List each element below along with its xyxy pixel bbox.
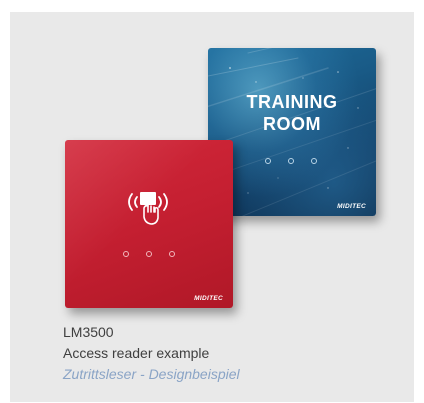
indicator-dot bbox=[146, 251, 152, 257]
product-card: TRAINING ROOM MIDITEC MIDITEC LM3500 Acc… bbox=[10, 12, 414, 402]
three-dot-indicator-icon bbox=[123, 251, 175, 257]
product-description: Access reader example bbox=[63, 345, 210, 361]
indicator-dot bbox=[311, 158, 317, 164]
training-room-title-line-2: ROOM bbox=[263, 114, 321, 134]
training-room-panel: TRAINING ROOM MIDITEC bbox=[208, 48, 376, 216]
indicator-dot bbox=[265, 158, 271, 164]
access-reader-panel: MIDITEC bbox=[65, 140, 233, 308]
rfid-card-hand-icon bbox=[128, 192, 168, 225]
product-description-german: Zutrittsleser - Designbeispiel bbox=[63, 366, 240, 382]
indicator-dot bbox=[169, 251, 175, 257]
indicator-dot bbox=[123, 251, 129, 257]
indicator-dot bbox=[288, 158, 294, 164]
product-model-label: LM3500 bbox=[63, 324, 114, 340]
three-dot-indicator-icon bbox=[265, 158, 317, 164]
training-room-title-line-1: TRAINING bbox=[246, 92, 338, 112]
brand-logo: MIDITEC bbox=[337, 203, 366, 210]
brand-logo: MIDITEC bbox=[194, 295, 223, 302]
